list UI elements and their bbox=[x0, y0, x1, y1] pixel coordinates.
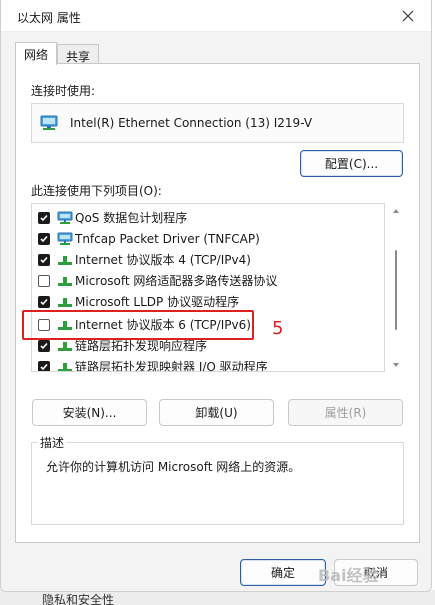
background-settings-strip: 隐私和安全性 bbox=[0, 590, 435, 605]
list-item-label: Microsoft LLDP 协议驱动程序 bbox=[75, 295, 240, 309]
protocol-icon bbox=[58, 276, 72, 286]
list-scrollbar[interactable] bbox=[390, 205, 402, 370]
adapter-display: Intel(R) Ethernet Connection (13) I219-V bbox=[31, 103, 404, 143]
install-button[interactable]: 安装(N)... bbox=[32, 399, 147, 426]
protocol-icon bbox=[58, 362, 72, 371]
list-item-label: Microsoft 网络适配器多路传送器协议 bbox=[75, 274, 278, 288]
adapter-name: Intel(R) Ethernet Connection (13) I219-V bbox=[70, 116, 313, 130]
scroll-thumb[interactable] bbox=[395, 250, 397, 330]
list-item-label: 链路层拓扑发现映射器 I/O 驱动程序 bbox=[75, 360, 268, 372]
ipv6-highlight-box bbox=[22, 310, 254, 340]
network-adapter-icon bbox=[40, 115, 58, 130]
list-item[interactable]: Tnfcap Packet Driver (TNFCAP) bbox=[32, 228, 384, 249]
list-item[interactable]: Microsoft 网络适配器多路传送器协议 bbox=[32, 270, 384, 291]
checkbox-ipv4[interactable] bbox=[38, 253, 50, 266]
tab-strip: 网络 共享 bbox=[15, 42, 100, 65]
properties-button[interactable]: 属性(R) bbox=[288, 399, 403, 426]
list-item[interactable]: 链路层拓扑发现映射器 I/O 驱动程序 bbox=[32, 356, 384, 372]
checkbox-lldp[interactable] bbox=[38, 295, 50, 308]
tab-sharing[interactable]: 共享 bbox=[57, 44, 100, 64]
window-title: 以太网 属性 bbox=[17, 11, 81, 25]
description-group bbox=[31, 442, 404, 525]
network-client-icon bbox=[57, 211, 73, 224]
list-item-label: Internet 协议版本 4 (TCP/IPv4) bbox=[75, 253, 251, 267]
list-item-label: Tnfcap Packet Driver (TNFCAP) bbox=[75, 231, 260, 246]
list-item[interactable]: Internet 协议版本 4 (TCP/IPv4) bbox=[32, 249, 384, 270]
checkbox-lltd-responder[interactable] bbox=[38, 339, 50, 352]
uninstall-button[interactable]: 卸载(U) bbox=[159, 399, 274, 426]
checkbox-multiplexor[interactable] bbox=[38, 274, 50, 287]
connect-using-label: 连接时使用: bbox=[31, 84, 96, 98]
tab-network[interactable]: 网络 bbox=[15, 42, 58, 65]
protocol-icon bbox=[58, 297, 72, 307]
components-list[interactable]: QoS 数据包计划程序 Tnfcap Packet Driver (TNFCAP… bbox=[31, 203, 385, 372]
protocol-icon bbox=[58, 255, 72, 265]
description-text: 允许你的计算机访问 Microsoft 网络上的资源。 bbox=[46, 460, 301, 474]
step-number: 5 bbox=[272, 318, 284, 339]
list-item[interactable]: QoS 数据包计划程序 bbox=[32, 207, 384, 228]
title-bar: 以太网 属性 bbox=[1, 0, 431, 32]
checkbox-tnfcap[interactable] bbox=[38, 232, 50, 245]
network-client-icon bbox=[57, 232, 73, 245]
checkbox-qos[interactable] bbox=[38, 211, 50, 224]
description-title: 描述 bbox=[37, 434, 68, 451]
configure-button[interactable]: 配置(C)... bbox=[300, 150, 403, 177]
scroll-down-icon[interactable] bbox=[392, 361, 400, 369]
ok-button[interactable]: 确定 bbox=[240, 559, 326, 586]
scroll-up-icon[interactable] bbox=[392, 207, 400, 215]
list-item[interactable]: Microsoft LLDP 协议驱动程序 bbox=[32, 291, 384, 312]
items-label: 此连接使用下列项目(O): bbox=[31, 184, 162, 198]
close-button[interactable] bbox=[385, 0, 431, 32]
checkbox-lltd-mapper[interactable] bbox=[38, 360, 50, 371]
list-item-label: QoS 数据包计划程序 bbox=[75, 211, 188, 225]
watermark-logo: Bai经验 bbox=[318, 566, 379, 585]
close-icon bbox=[402, 10, 414, 22]
background-privacy-text: 隐私和安全性 bbox=[42, 593, 115, 605]
